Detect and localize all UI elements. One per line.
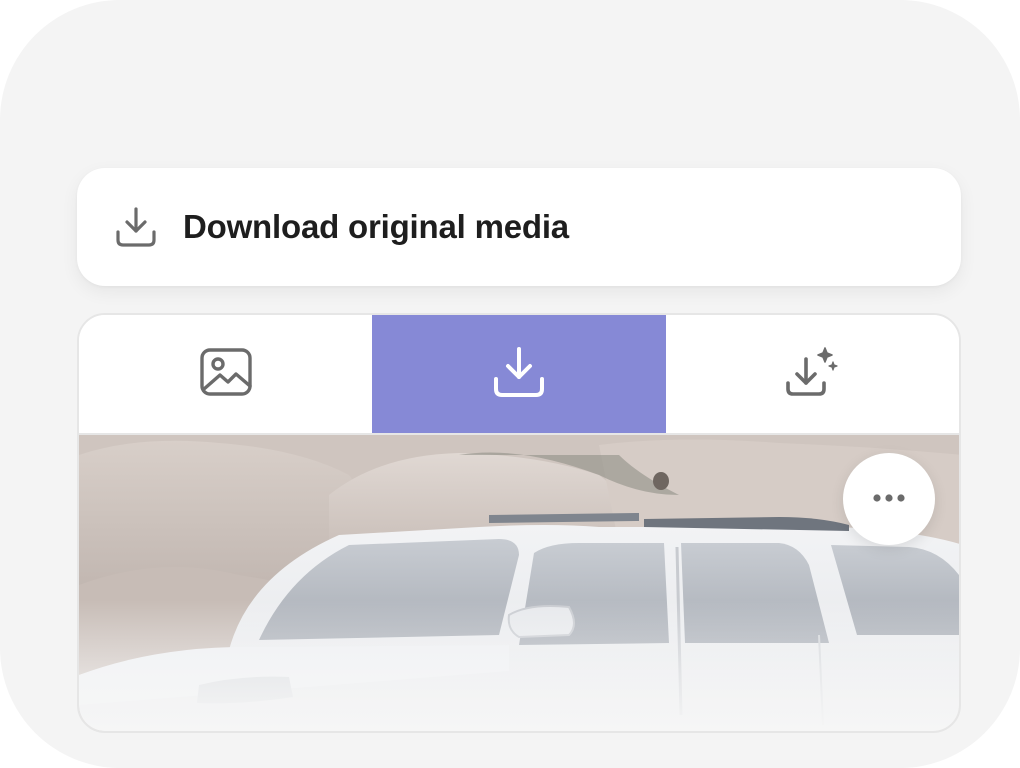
- media-card: [77, 313, 961, 733]
- segmented-control: [79, 315, 959, 435]
- download-original-media-option[interactable]: Download original media: [77, 168, 961, 286]
- download-sparkle-icon: [784, 345, 840, 404]
- tab-download-enhanced[interactable]: [666, 315, 959, 433]
- more-horizontal-icon: [871, 490, 907, 508]
- media-preview-image: [79, 435, 959, 731]
- download-icon: [491, 345, 547, 404]
- more-options-button[interactable]: [843, 453, 935, 545]
- download-tray-icon: [113, 204, 159, 250]
- tab-image[interactable]: [79, 315, 372, 433]
- download-option-label: Download original media: [183, 208, 569, 245]
- tab-download[interactable]: [372, 315, 666, 433]
- image-icon: [198, 347, 254, 402]
- app-frame: Download original media: [0, 0, 1020, 768]
